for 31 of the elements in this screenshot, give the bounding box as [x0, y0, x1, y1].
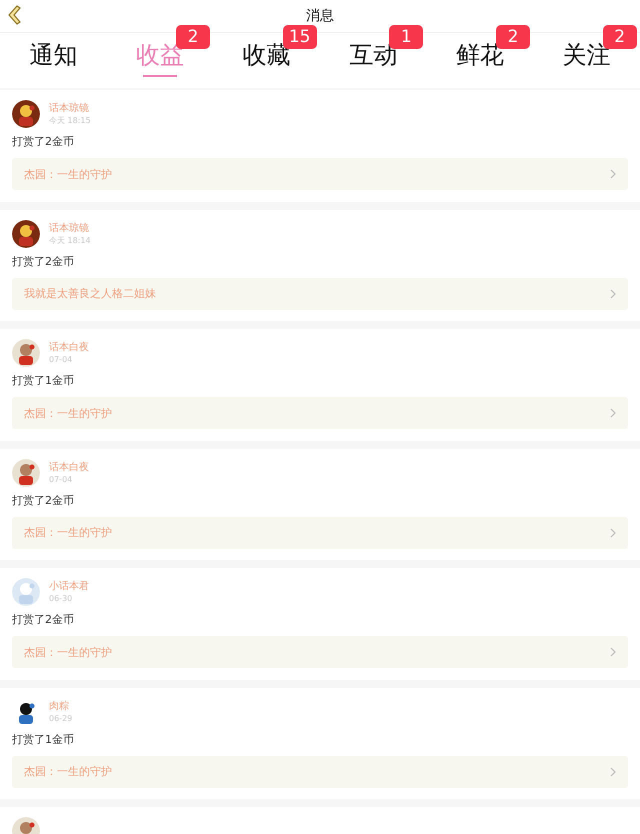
message-text: 打赏了2金币 [12, 492, 75, 508]
chevron-right-icon [610, 169, 616, 179]
chevron-right-icon [610, 528, 616, 538]
user-name[interactable]: 话本琼镜 [49, 222, 91, 234]
tab[interactable]: 通知 [25, 33, 82, 88]
count-badge: 1 [389, 25, 424, 49]
story-link[interactable]: 杰园：一生的守护 [12, 516, 628, 548]
user-name[interactable]: 话本琼镜 [49, 102, 91, 115]
user-name[interactable]: 小话本君 [49, 580, 89, 593]
story-link[interactable]: 杰园：一生的守护 [12, 158, 628, 190]
count-badge: 2 [602, 25, 637, 49]
message-text: 打赏了1金币 [12, 732, 75, 748]
story-link[interactable]: 杰园：一生的守护 [12, 756, 628, 788]
story-link[interactable]: 杰园：一生的守护 [12, 397, 628, 429]
count-badge: 2 [496, 25, 530, 49]
count-badge: 2 [176, 25, 210, 49]
message-text: 打赏了2金币 [12, 134, 75, 150]
tab-underline [143, 75, 177, 77]
story-link[interactable]: 我就是太善良之人格二姐妹 [12, 278, 628, 310]
chevron-right-icon [610, 288, 616, 298]
message-text: 打赏了2金币 [12, 612, 75, 628]
message-text: 打赏了1金币 [12, 373, 75, 389]
user-name[interactable]: 话本白夜 [49, 460, 89, 474]
chevron-right-icon [610, 647, 616, 657]
user-name[interactable]: 肉粽 [49, 700, 72, 712]
story-link[interactable]: 杰园：一生的守护 [12, 636, 628, 668]
message-text: 打赏了2金币 [12, 254, 75, 270]
chevron-right-icon [610, 408, 616, 418]
window-title: 消息 [306, 7, 334, 25]
chevron-right-icon [610, 766, 616, 776]
user-name[interactable]: 话本白夜 [49, 341, 89, 354]
